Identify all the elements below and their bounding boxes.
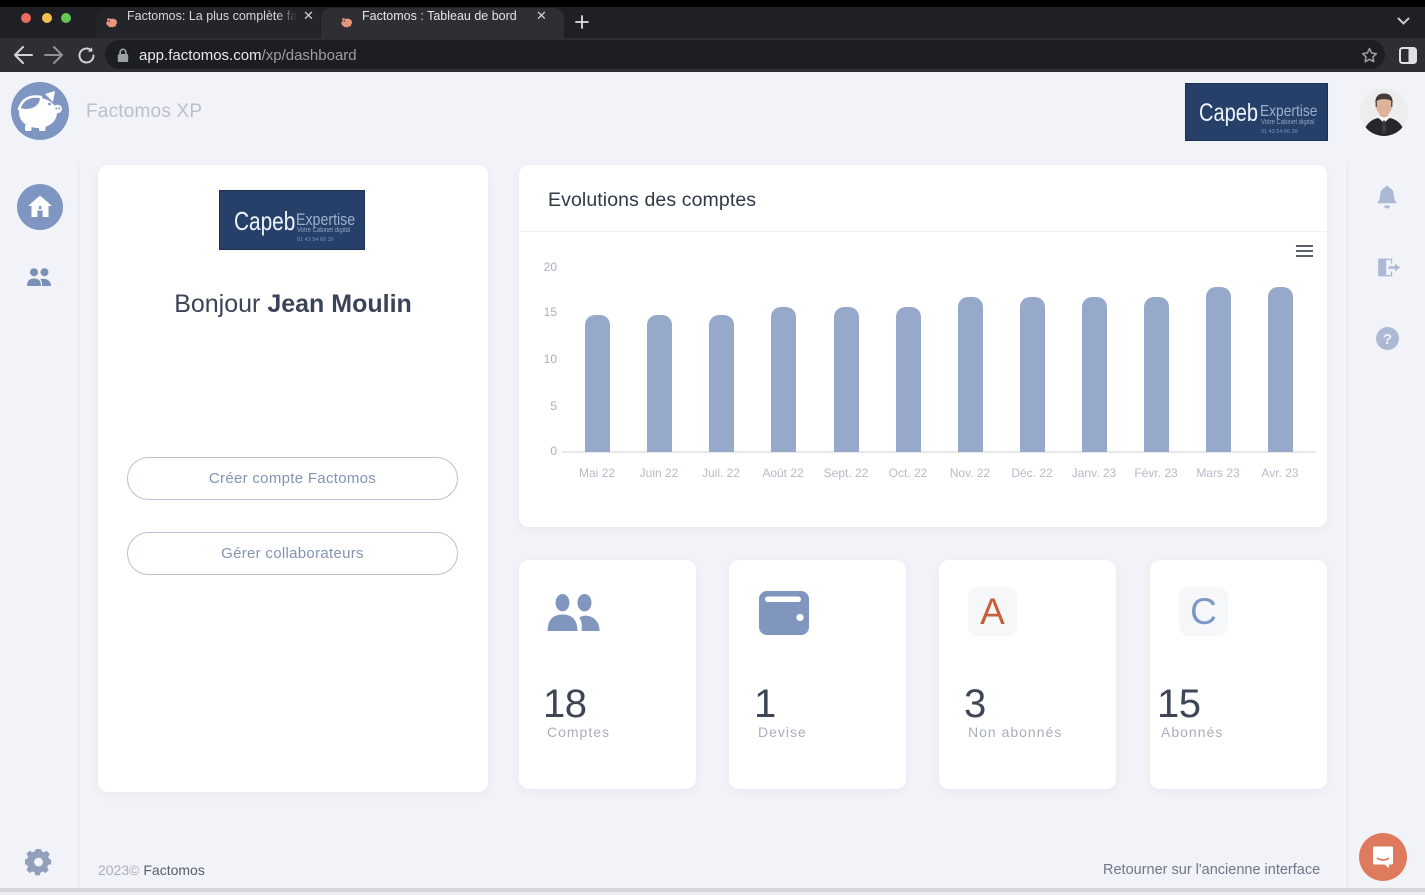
svg-text:?: ? [1383,331,1392,348]
